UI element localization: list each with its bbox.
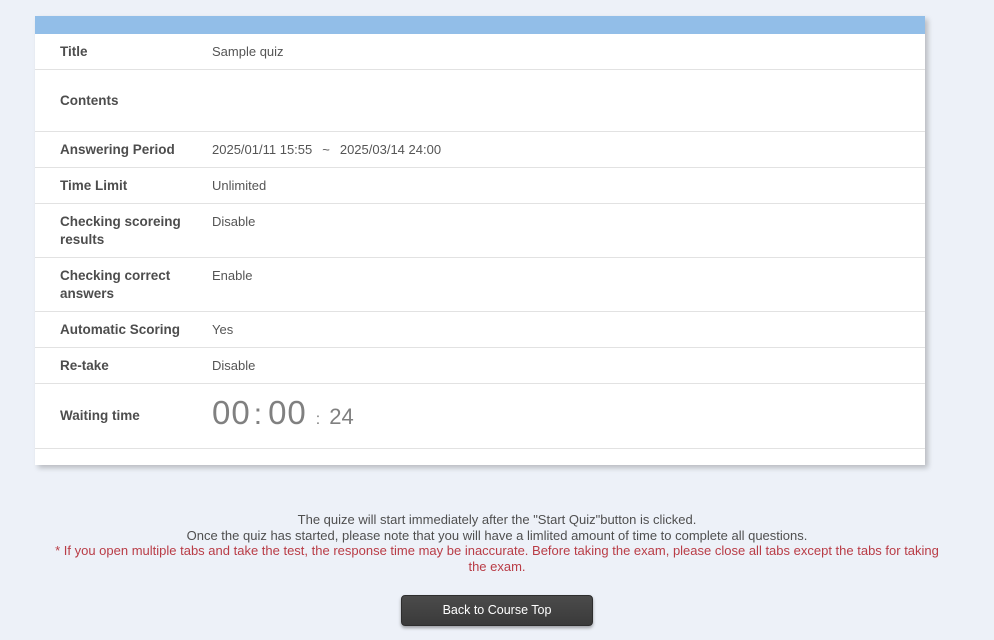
quiz-notes: The quize will start immediately after t… (0, 512, 994, 574)
table-row-automatic-scoring: Automatic Scoring Yes (35, 312, 925, 348)
table-row-checking-scoring-results: Checking scoreing results Disable (35, 204, 925, 258)
quiz-info-card: Title Sample quiz Contents Answering Per… (35, 16, 925, 465)
row-value-checking-scoring-results: Disable (212, 214, 256, 229)
row-label-answering-period: Answering Period (60, 141, 175, 157)
row-value-answering-period: 2025/01/11 15:55 ~2025/03/14 24:00 (212, 141, 925, 158)
row-value-checking-correct-answers: Enable (212, 268, 253, 283)
card-footer-strip (35, 449, 925, 465)
row-value-automatic-scoring: Yes (212, 322, 234, 337)
note-line-2: Once the quiz has started, please note t… (186, 527, 808, 543)
button-row: Back to Course Top (0, 595, 994, 626)
card-header-bar (35, 16, 925, 34)
row-label-automatic-scoring: Automatic Scoring (60, 321, 181, 337)
note-line-1: The quize will start immediately after t… (297, 512, 697, 527)
row-value-title: Sample quiz (212, 44, 284, 59)
table-row-answering-period: Answering Period 2025/01/11 15:55 ~2025/0… (35, 132, 925, 168)
timer-colon-2: : (315, 411, 321, 428)
row-label-checking-correct-answers: Checking correct answers (60, 267, 171, 301)
row-label-contents: Contents (60, 92, 119, 108)
timer-seconds: 24 (329, 404, 354, 429)
row-label-checking-scoring-results: Checking scoreing results (60, 213, 181, 247)
table-row-checking-correct-answers: Checking correct answers Enable (35, 258, 925, 312)
table-row-retake: Re-take Disable (35, 348, 925, 384)
period-start: 2025/01/11 15:55 (212, 142, 313, 157)
row-label-retake: Re-take (60, 357, 109, 373)
timer-minutes: 00 (268, 394, 307, 431)
timer-colon-1: : (253, 398, 263, 431)
table-row-time-limit: Time Limit Unlimited (35, 168, 925, 204)
table-row-contents: Contents (35, 70, 925, 132)
row-value-retake: Disable (212, 358, 256, 373)
row-value-time-limit: Unlimited (212, 178, 267, 193)
period-separator: ~ (322, 142, 330, 157)
note-warning: * If you open multiple tabs and take the… (55, 543, 939, 574)
period-end: 2025/03/14 24:00 (339, 142, 442, 157)
timer-hours: 00 (212, 394, 251, 431)
row-label-time-limit: Time Limit (60, 177, 128, 193)
waiting-time-countdown: 00:00:24 (212, 394, 925, 431)
row-label-title: Title (60, 43, 88, 59)
row-label-waiting-time: Waiting time (60, 408, 140, 423)
table-row-title: Title Sample quiz (35, 34, 925, 70)
table-row-waiting-time: Waiting time 00:00:24 (35, 384, 925, 449)
back-to-course-top-button[interactable]: Back to Course Top (401, 595, 593, 626)
